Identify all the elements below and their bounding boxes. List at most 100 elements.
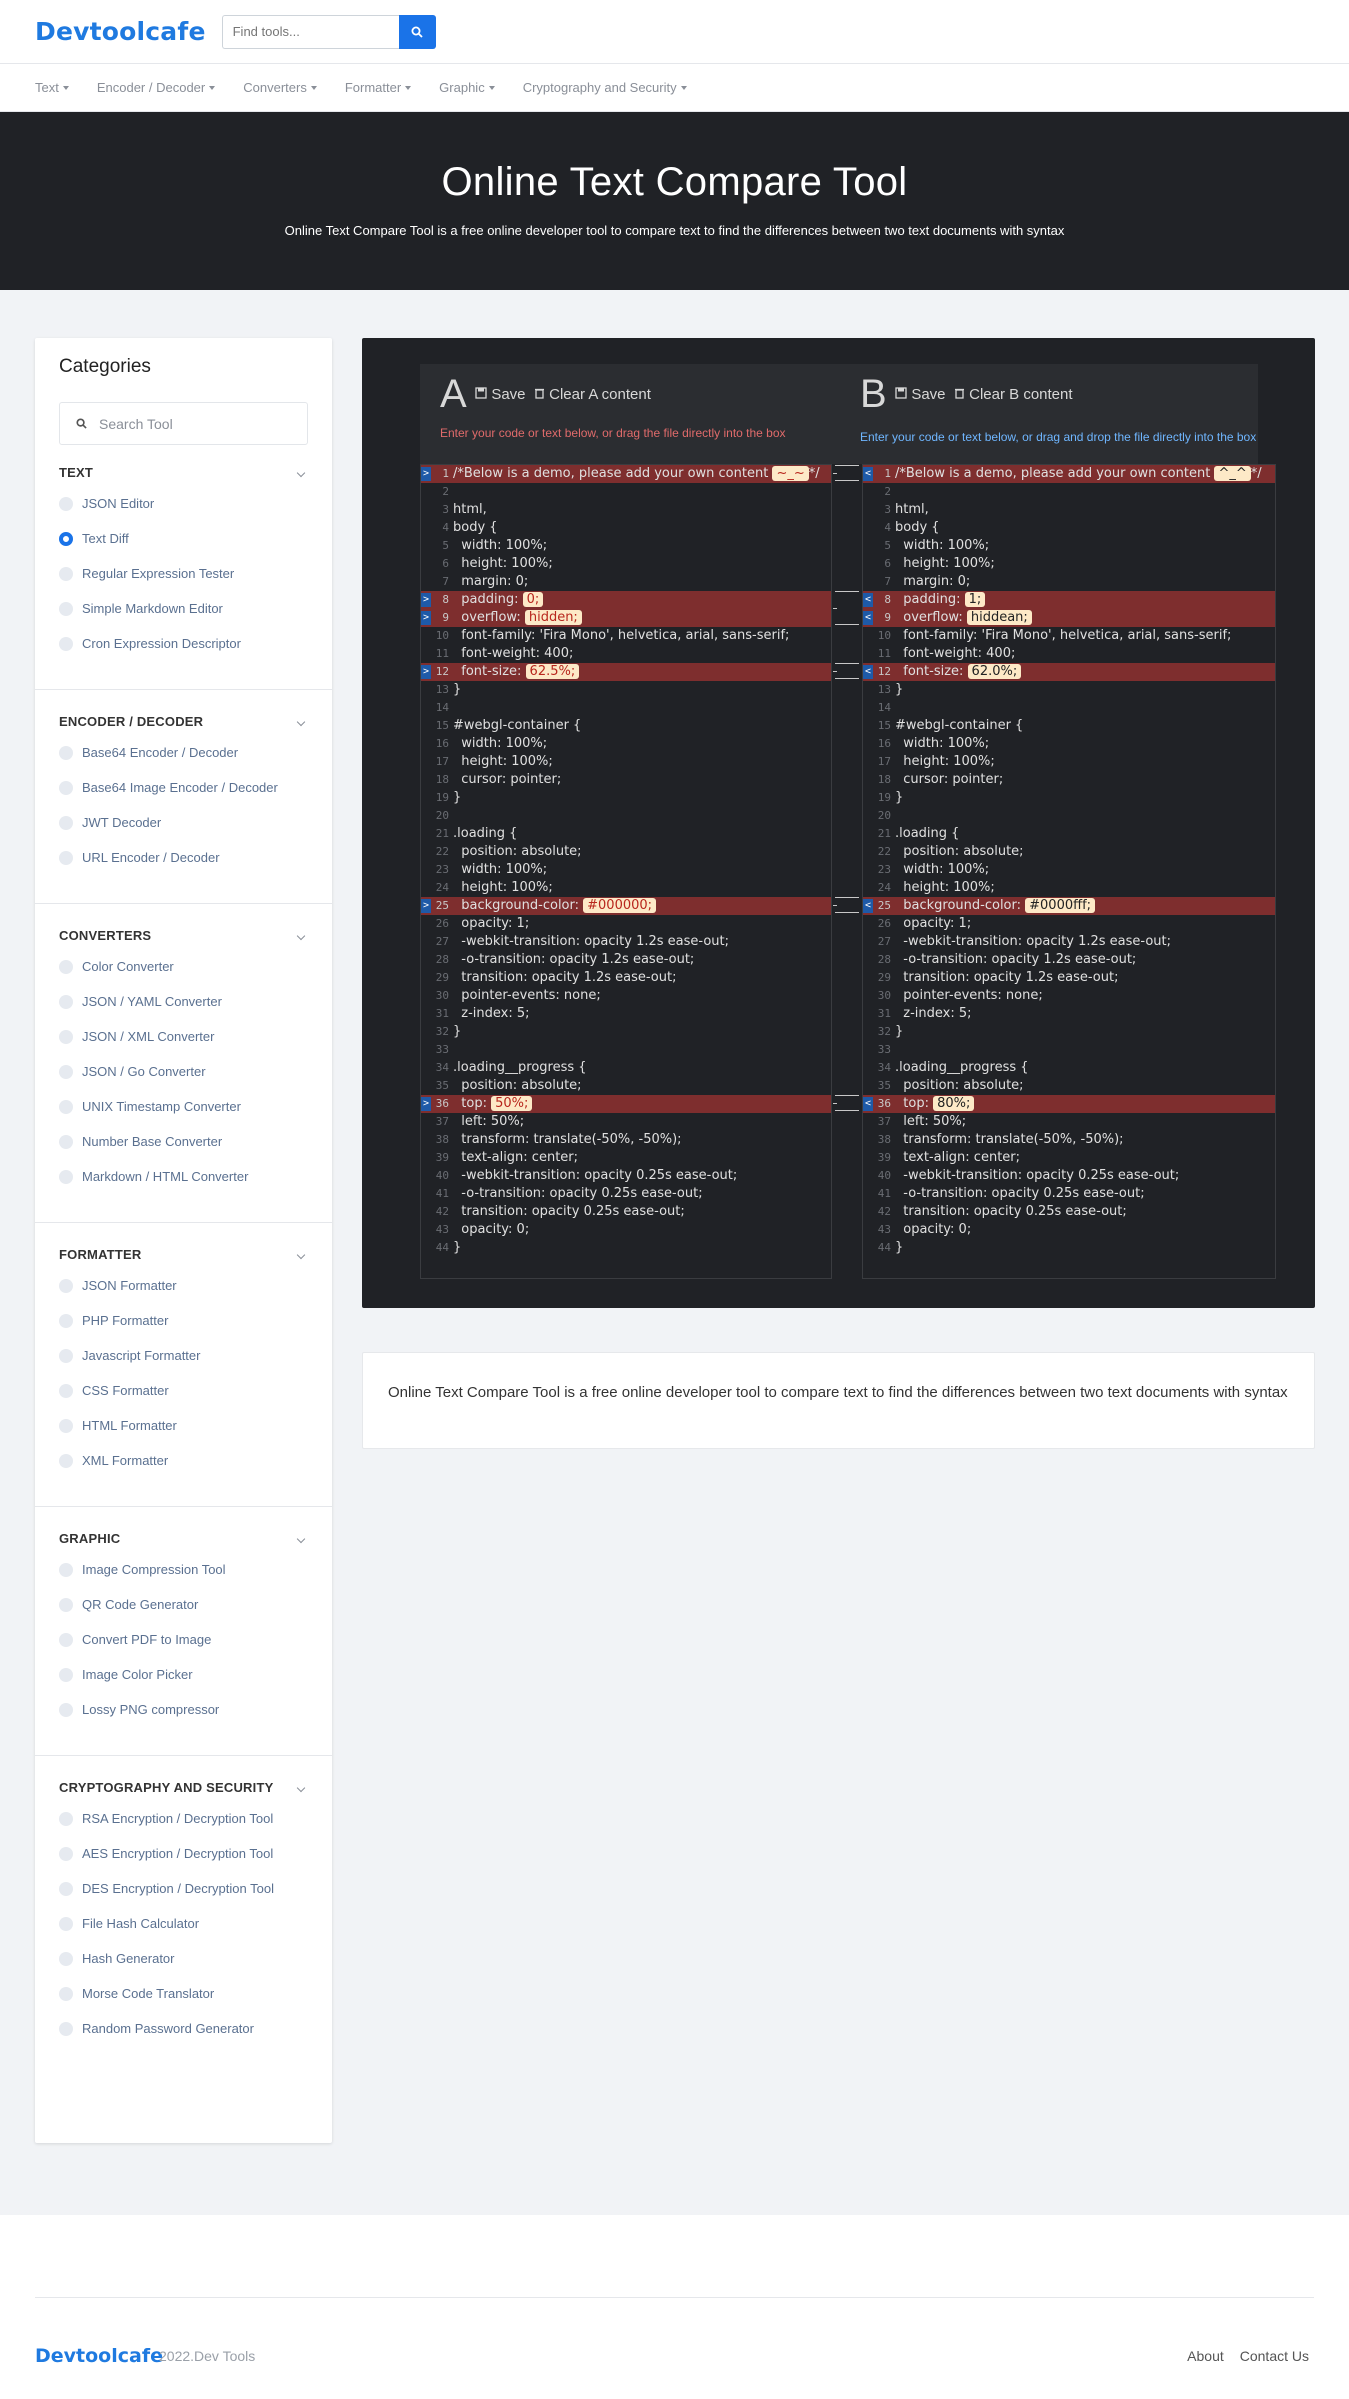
code-line: >1/*Below is a demo, please add your own… — [421, 465, 831, 483]
code-text: left: 50%; — [453, 1114, 525, 1129]
nav-converters[interactable]: Converters — [243, 80, 317, 95]
sidebar-tool-item[interactable]: JWT Decoder — [59, 805, 308, 840]
sidebar-tool-item[interactable]: Random Password Generator — [59, 2011, 308, 2046]
code-text: position: absolute; — [453, 1078, 582, 1093]
clear-b-button[interactable]: Clear B content — [954, 386, 1073, 403]
tool-label: DES Encryption / Decryption Tool — [82, 1881, 274, 1896]
line-number: 41 — [877, 1187, 891, 1200]
section-header[interactable]: CONVERTERS — [59, 928, 308, 943]
footer-link-about[interactable]: About — [1187, 2348, 1224, 2364]
line-number: 24 — [877, 881, 891, 894]
line-number: 11 — [877, 647, 891, 660]
sidebar-tool-item[interactable]: CSS Formatter — [59, 1373, 308, 1408]
sidebar-tool-item[interactable]: Hash Generator — [59, 1941, 308, 1976]
sidebar-tool-item[interactable]: JSON Editor — [59, 486, 308, 521]
clear-a-label: Clear A content — [549, 386, 651, 403]
sidebar-tool-item[interactable]: Base64 Image Encoder / Decoder — [59, 770, 308, 805]
line-number: 43 — [435, 1223, 449, 1236]
radio-icon — [59, 1951, 73, 1966]
code-line: 40 -webkit-transition: opacity 0.25s eas… — [421, 1167, 831, 1185]
sidebar-tool-item[interactable]: Base64 Encoder / Decoder — [59, 735, 308, 770]
save-a-button[interactable]: Save — [475, 386, 526, 403]
sidebar-tool-item[interactable]: Javascript Formatter — [59, 1338, 308, 1373]
sidebar-tool-item[interactable]: Number Base Converter — [59, 1124, 308, 1159]
sidebar-tool-item[interactable]: UNIX Timestamp Converter — [59, 1089, 308, 1124]
editor-b[interactable]: <1/*Below is a demo, please add your own… — [862, 464, 1276, 1279]
section-header[interactable]: FORMATTER — [59, 1247, 308, 1262]
sidebar-tool-item[interactable]: File Hash Calculator — [59, 1906, 308, 1941]
nav-cryptography[interactable]: Cryptography and Security — [523, 80, 687, 95]
sidebar-tool-item[interactable]: QR Code Generator — [59, 1587, 308, 1622]
sidebar-tool-item[interactable]: PHP Formatter — [59, 1303, 308, 1338]
line-number: 20 — [435, 809, 449, 822]
sidebar-tool-item[interactable]: JSON / Go Converter — [59, 1054, 308, 1089]
chevron-down-icon — [296, 1534, 306, 1543]
nav-label: Cryptography and Security — [522, 80, 677, 95]
sidebar-tool-item[interactable]: Simple Markdown Editor — [59, 591, 308, 626]
line-number: 42 — [435, 1205, 449, 1218]
sidebar-tool-item[interactable]: Image Compression Tool — [59, 1552, 308, 1587]
nav-text[interactable]: Text — [35, 80, 69, 95]
sidebar-tool-item[interactable]: Text Diff — [59, 521, 308, 556]
section-header[interactable]: TEXT — [59, 465, 308, 480]
line-number: 43 — [877, 1223, 891, 1236]
logo[interactable]: Devtoolcafe — [35, 17, 206, 46]
sidebar-tool-item[interactable]: JSON / YAML Converter — [59, 984, 308, 1019]
code-text: body { — [453, 520, 498, 535]
sidebar-tool-item[interactable]: Morse Code Translator — [59, 1976, 308, 2011]
line-number: 41 — [435, 1187, 449, 1200]
sidebar-tool-item[interactable]: Convert PDF to Image — [59, 1622, 308, 1657]
save-icon — [475, 387, 487, 399]
radio-icon — [59, 1811, 73, 1826]
line-number: 38 — [435, 1133, 449, 1146]
chevron-down-icon — [296, 468, 306, 477]
line-number: 25 — [877, 899, 891, 912]
sidebar-tool-item[interactable]: RSA Encryption / Decryption Tool — [59, 1801, 308, 1836]
sidebar-tool-item[interactable]: HTML Formatter — [59, 1408, 308, 1443]
footer-logo[interactable]: Devtoolcafe — [35, 2345, 163, 2367]
search-input[interactable] — [221, 14, 399, 49]
line-number: 5 — [884, 539, 891, 552]
line-number: 24 — [435, 881, 449, 894]
section-title: GRAPHIC — [59, 1531, 121, 1546]
save-b-button[interactable]: Save — [895, 386, 946, 403]
sidebar-tool-item[interactable]: DES Encryption / Decryption Tool — [59, 1871, 308, 1906]
line-number: 2 — [442, 485, 449, 498]
sidebar-tool-item[interactable]: AES Encryption / Decryption Tool — [59, 1836, 308, 1871]
sidebar-tool-item[interactable]: Lossy PNG compressor — [59, 1692, 308, 1727]
footer-link-contact[interactable]: Contact Us — [1240, 2348, 1309, 2364]
line-number: 25 — [435, 899, 449, 912]
sidebar-tool-item[interactable]: Cron Expression Descriptor — [59, 626, 308, 661]
radio-icon — [59, 1348, 73, 1363]
nav-encoder-decoder[interactable]: Encoder / Decoder — [97, 80, 216, 95]
code-line: 24 height: 100%; — [863, 879, 1275, 897]
code-line: 19} — [421, 789, 831, 807]
clear-a-button[interactable]: Clear A content — [534, 386, 651, 403]
sidebar-tool-item[interactable]: Markdown / HTML Converter — [59, 1159, 308, 1194]
line-number: 37 — [877, 1115, 891, 1128]
radio-icon — [59, 2021, 73, 2036]
radio-icon — [59, 1667, 73, 1682]
sidebar-tool-item[interactable]: Color Converter — [59, 949, 308, 984]
sidebar-tool-item[interactable]: JSON Formatter — [59, 1268, 308, 1303]
section-header[interactable]: CRYPTOGRAPHY AND SECURITY — [59, 1780, 308, 1795]
section-header[interactable]: GRAPHIC — [59, 1531, 308, 1546]
editor-a[interactable]: >1/*Below is a demo, please add your own… — [420, 464, 832, 1279]
code-line: 31 z-index: 5; — [863, 1005, 1275, 1023]
section-title: CONVERTERS — [59, 928, 152, 943]
sidebar-tool-item[interactable]: Regular Expression Tester — [59, 556, 308, 591]
sidebar-tool-item[interactable]: JSON / XML Converter — [59, 1019, 308, 1054]
code-line: >36 top: 50%; — [421, 1095, 831, 1113]
code-line: 21 .loading { — [863, 825, 1275, 843]
section-header[interactable]: ENCODER / DECODER — [59, 714, 308, 729]
nav-graphic[interactable]: Graphic — [439, 80, 495, 95]
nav-formatter[interactable]: Formatter — [345, 80, 412, 95]
diff-highlight: hidden; — [524, 610, 582, 625]
code-line: 5 width: 100%; — [863, 537, 1275, 555]
search-button[interactable] — [398, 14, 436, 49]
sidebar-tool-item[interactable]: Image Color Picker — [59, 1657, 308, 1692]
sidebar-search[interactable]: Search Tool — [59, 402, 308, 445]
sidebar-tool-item[interactable]: XML Formatter — [59, 1443, 308, 1478]
sidebar-tool-item[interactable]: URL Encoder / Decoder — [59, 840, 308, 875]
code-line: 14 — [421, 699, 831, 717]
